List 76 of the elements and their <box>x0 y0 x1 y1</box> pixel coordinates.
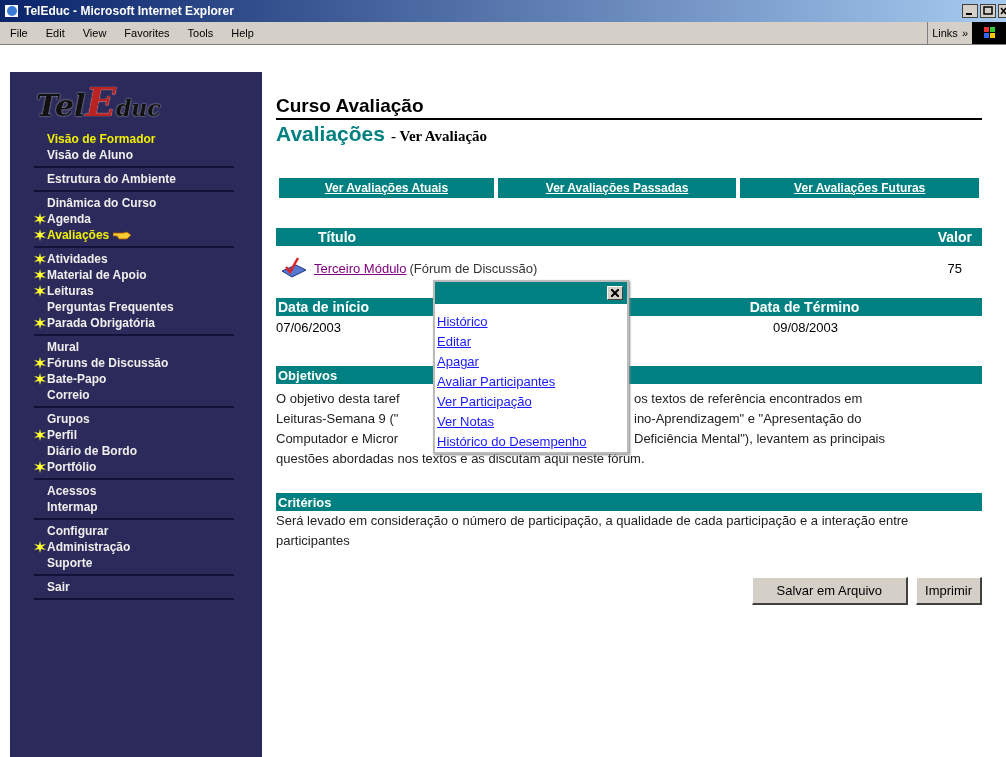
links-label[interactable]: Links <box>932 27 958 39</box>
paragraph-text: Leituras-Semana 9 (" <box>276 410 400 428</box>
section-heading: Critérios <box>278 494 332 510</box>
sidebar-link[interactable]: Acessos <box>47 483 97 499</box>
sidebar-link[interactable]: Avaliações <box>47 227 110 243</box>
sidebar-link[interactable]: Suporte <box>47 555 93 571</box>
popup-link[interactable]: Histórico <box>437 312 488 332</box>
sidebar-link[interactable]: Perfil <box>47 427 77 443</box>
sidebar-link[interactable]: Intermap <box>47 499 98 515</box>
section-title: Avaliações <box>276 122 385 146</box>
column-header: Valor <box>937 229 972 245</box>
action-button[interactable]: Salvar em Arquivo <box>751 577 909 605</box>
section-heading: Objetivos <box>278 367 338 383</box>
menu-item[interactable]: File <box>10 27 28 39</box>
menu-item[interactable]: Tools <box>187 27 214 39</box>
evaluation-value: 75 <box>947 260 962 276</box>
nav-tab-link[interactable]: Ver Avaliações Atuais <box>279 178 494 198</box>
sidebar-link[interactable]: Visão de Aluno <box>47 147 133 163</box>
sidebar-link[interactable]: Diário de Bordo <box>47 443 137 459</box>
sidebar-link[interactable]: Administração <box>47 539 131 555</box>
popup-link[interactable]: Ver Notas <box>437 412 495 432</box>
paragraph-text: ino-Aprendizagem" e "Apresentação do <box>634 410 863 428</box>
sidebar-link[interactable]: Grupos <box>47 411 90 427</box>
evaluation-link[interactable]: Terceiro Módulo <box>314 260 407 276</box>
paragraph-text: os textos de referência encontrados em <box>634 390 864 408</box>
close-icon <box>611 289 619 297</box>
nav-tab-link[interactable]: Ver Avaliações Futuras <box>740 178 979 198</box>
paragraph-text: Computador e Micror <box>276 430 400 448</box>
logo: TelEduc <box>36 78 161 127</box>
menu-item[interactable]: Edit <box>45 27 65 39</box>
popup-link[interactable]: Avaliar Participantes <box>437 372 556 392</box>
popup-link[interactable]: Histórico do Desempenho <box>437 432 587 452</box>
links-more[interactable]: » <box>961 27 968 39</box>
menu-item[interactable]: Help <box>231 27 254 39</box>
section-subtitle: - Ver Avaliação <box>390 128 488 145</box>
column-header: Data de Término <box>748 299 861 315</box>
checkmark-document-icon <box>280 257 308 279</box>
sidebar-link[interactable]: Visão de Formador <box>47 131 156 147</box>
sidebar-link[interactable]: Leituras <box>47 283 94 299</box>
maximize-icon <box>980 4 996 18</box>
column-header: Título <box>318 229 357 245</box>
sidebar-link[interactable]: Fóruns de Discussão <box>47 355 169 371</box>
window-title: TelEduc - Microsoft Internet Explorer <box>24 4 234 18</box>
sidebar-link[interactable]: Material de Apoio <box>47 267 147 283</box>
sidebar-link[interactable]: Agenda <box>47 211 91 227</box>
popup-link[interactable]: Editar <box>437 332 471 352</box>
action-button[interactable]: Imprimir <box>916 577 982 605</box>
minimize-icon <box>962 4 978 18</box>
sidebar-link[interactable]: Mural <box>47 339 79 355</box>
sidebar-link[interactable]: Correio <box>47 387 90 403</box>
paragraph-text: Deficiência Mental"), levantem as principais <box>634 430 886 448</box>
sidebar-link[interactable]: Configurar <box>47 523 109 539</box>
column-header: Data de início <box>278 299 371 315</box>
popup-link[interactable]: Ver Participação <box>437 392 532 412</box>
paragraph-text: questões abordadas nos textos e as discutam aqui neste fórum. <box>276 450 646 468</box>
paragraph-text: Será levado em consideração o número de participação, a qualidade de cada participação e a interação entre participantes <box>276 512 910 550</box>
close-icon <box>998 4 1006 18</box>
sidebar-link[interactable]: Dinâmica do Curso <box>47 195 157 211</box>
nav-tab-link[interactable]: Ver Avaliações Passadas <box>497 178 737 198</box>
menu-item[interactable]: Favorites <box>124 27 170 39</box>
close-button[interactable] <box>607 286 623 300</box>
sidebar-link[interactable]: Estrutura do Ambiente <box>47 171 176 187</box>
date-value: 09/08/2003 <box>772 320 839 335</box>
sidebar-link[interactable]: Bate-Papo <box>47 371 107 387</box>
sidebar-link[interactable]: Portfólio <box>47 459 97 475</box>
course-title: Curso Avaliação <box>276 95 982 120</box>
sidebar-link[interactable]: Parada Obrigatória <box>47 315 156 331</box>
menu-item[interactable]: View <box>82 27 107 39</box>
popup-link[interactable]: Apagar <box>437 352 479 372</box>
sidebar-link[interactable]: Perguntas Frequentes <box>47 299 174 315</box>
sidebar-link[interactable]: Atividades <box>47 251 108 267</box>
date-value: 07/06/2003 <box>276 320 342 335</box>
sidebar-link[interactable]: Sair <box>47 579 70 595</box>
evaluation-type: (Fórum de Discussão) <box>409 260 538 276</box>
browser-icon <box>4 3 20 19</box>
paragraph-text: O objetivo desta taref <box>276 390 401 408</box>
